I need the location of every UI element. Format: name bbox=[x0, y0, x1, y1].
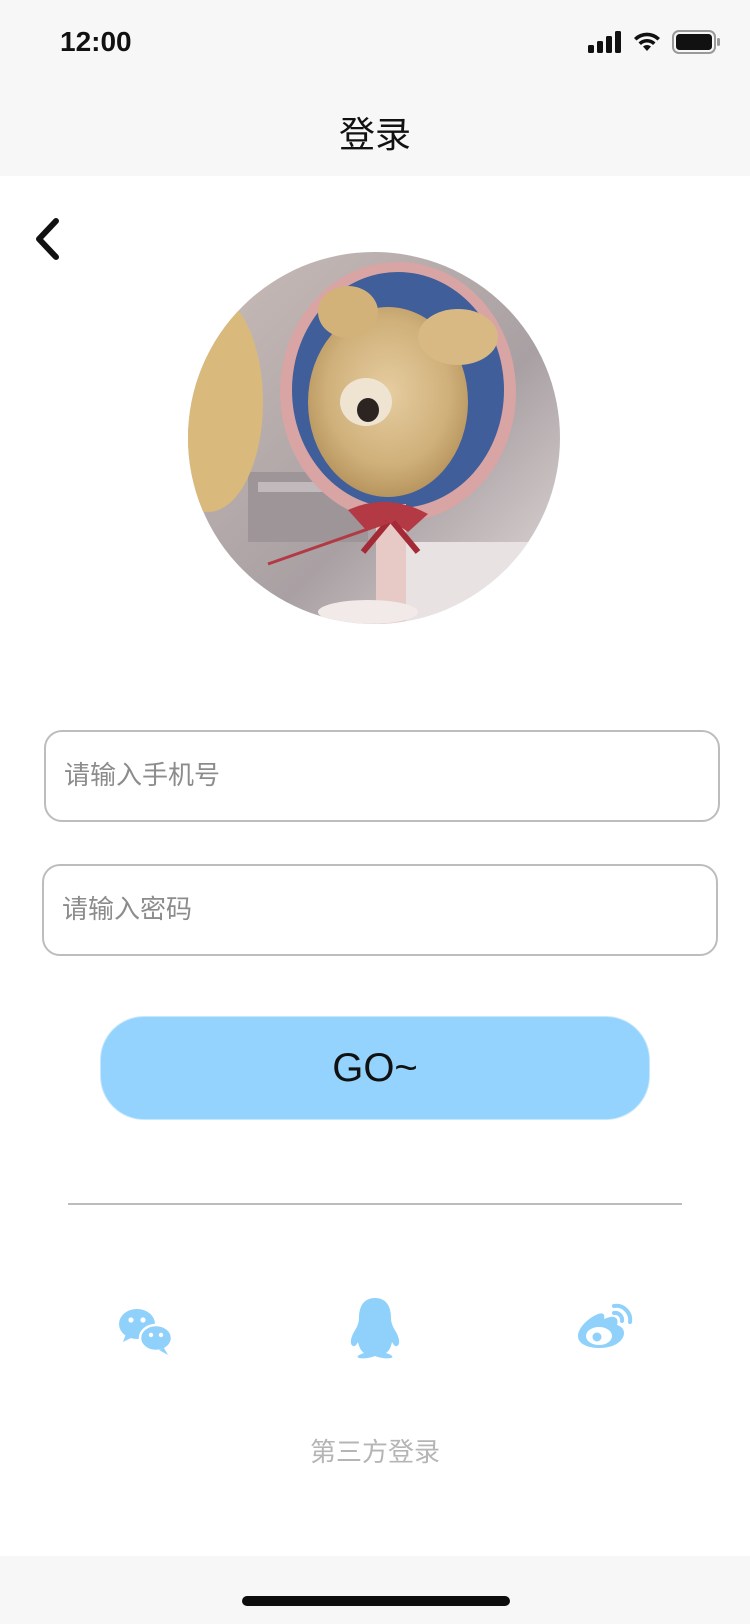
chevron-left-icon bbox=[36, 218, 59, 260]
status-bar: 12:00 bbox=[0, 0, 750, 88]
avatar[interactable] bbox=[188, 252, 560, 624]
home-indicator[interactable] bbox=[242, 1596, 510, 1606]
password-input[interactable] bbox=[44, 866, 716, 954]
qq-login-button[interactable] bbox=[345, 1296, 405, 1360]
login-button[interactable]: GO~ bbox=[100, 1016, 650, 1120]
page-title: 登录 bbox=[338, 115, 411, 156]
status-time: 12:00 bbox=[60, 26, 132, 57]
weibo-login-button[interactable] bbox=[576, 1302, 634, 1350]
qq-icon bbox=[350, 1298, 400, 1359]
battery-icon bbox=[672, 30, 720, 54]
back-button[interactable] bbox=[22, 212, 72, 266]
divider bbox=[68, 1203, 682, 1205]
phone-field[interactable] bbox=[44, 730, 720, 822]
third-party-login-label: 第三方登录 bbox=[309, 1438, 440, 1468]
wifi-icon bbox=[634, 32, 660, 51]
wechat-login-button[interactable] bbox=[116, 1300, 176, 1360]
nav-bar: 登录 bbox=[0, 88, 750, 176]
signal-icon bbox=[588, 31, 621, 53]
wechat-icon bbox=[119, 1309, 174, 1355]
phone-input[interactable] bbox=[46, 732, 718, 820]
password-field[interactable] bbox=[42, 864, 718, 956]
home-bar bbox=[0, 1556, 750, 1624]
weibo-icon bbox=[578, 1303, 633, 1348]
status-icons bbox=[588, 30, 720, 54]
